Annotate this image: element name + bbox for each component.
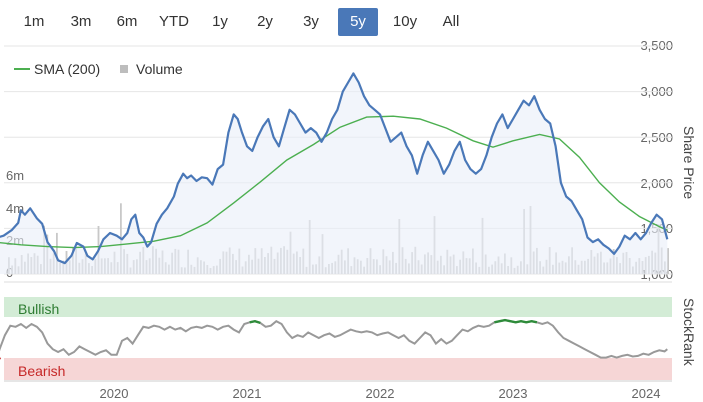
price-chart: 3,500 3,000 2,500 2,000 1,500 1,000 6m 4…: [0, 38, 697, 401]
bullish-band: [4, 297, 672, 317]
stockrank-title: StockRank: [681, 298, 697, 367]
y-right-title: Share Price: [681, 126, 697, 199]
legend-sma-label[interactable]: SMA (200): [34, 61, 100, 77]
price-area: [0, 73, 668, 274]
bearish-label: Bearish: [18, 363, 65, 379]
x-tick: 2021: [233, 386, 262, 401]
y-right-tick: 2,000: [640, 176, 673, 191]
x-tick: 2023: [499, 386, 528, 401]
y-left-tick: 6m: [6, 168, 24, 183]
x-tick: 2020: [100, 386, 129, 401]
stockrank-bullish-segment: [249, 319, 261, 325]
legend-volume-label[interactable]: Volume: [136, 61, 183, 77]
x-tick: 2024: [632, 386, 661, 401]
x-tick: 2022: [366, 386, 395, 401]
stockrank-bullish-segment: [494, 318, 538, 324]
volume-bar: [667, 248, 669, 274]
legend-volume-swatch: [120, 65, 128, 73]
bullish-label: Bullish: [18, 301, 59, 317]
bearish-band: [4, 358, 672, 380]
